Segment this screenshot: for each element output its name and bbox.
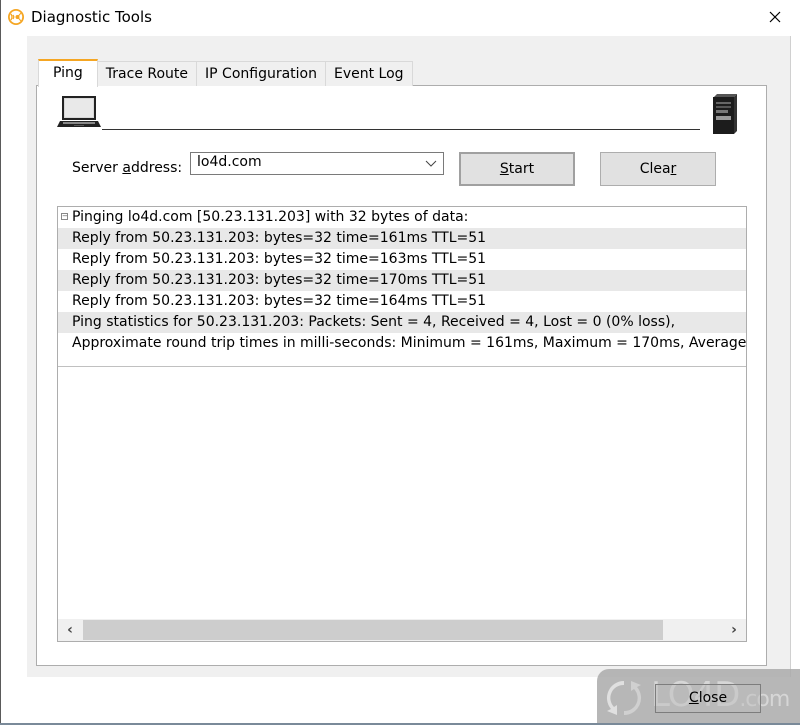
button-accelerator: r bbox=[670, 161, 677, 177]
server-address-value[interactable]: lo4d.com bbox=[197, 154, 262, 170]
scroll-left-icon[interactable]: ‹ bbox=[58, 619, 82, 641]
clear-button[interactable]: Clear bbox=[600, 152, 716, 186]
tab-ip-configuration[interactable]: IP Configuration bbox=[196, 61, 326, 86]
server-icon bbox=[713, 94, 737, 134]
window-title: Diagnostic Tools bbox=[31, 8, 152, 26]
output-header-line[interactable]: − Pinging lo4d.com [50.23.131.203] with … bbox=[58, 207, 746, 228]
title-bar[interactable]: Diagnostic Tools bbox=[1, 0, 800, 36]
button-accelerator: S bbox=[499, 161, 509, 177]
button-label: tart bbox=[508, 161, 535, 177]
output-line[interactable]: Reply from 50.23.131.203: bytes=32 time=… bbox=[58, 270, 746, 291]
scrollbar-thumb[interactable] bbox=[83, 620, 663, 640]
button-label: lose bbox=[698, 690, 728, 706]
scroll-right-icon[interactable]: › bbox=[722, 619, 746, 641]
tab-bar: Ping Trace Route IP Configuration Event … bbox=[38, 59, 413, 87]
laptop-icon bbox=[57, 96, 101, 127]
output-line[interactable]: Approximate round trip times in milli-se… bbox=[58, 333, 746, 354]
close-button[interactable]: Close bbox=[655, 684, 761, 713]
button-accelerator: C bbox=[688, 690, 699, 706]
label-text: Server bbox=[72, 160, 123, 176]
app-icon bbox=[8, 9, 24, 25]
tab-event-log[interactable]: Event Log bbox=[325, 61, 413, 86]
horizontal-scrollbar[interactable]: ‹ › bbox=[58, 619, 746, 641]
output-line[interactable]: Reply from 50.23.131.203: bytes=32 time=… bbox=[58, 249, 746, 270]
tab-ping[interactable]: Ping bbox=[38, 59, 98, 87]
start-button[interactable]: Start bbox=[459, 152, 575, 186]
output-line[interactable]: Reply from 50.23.131.203: bytes=32 time=… bbox=[58, 228, 746, 249]
chevron-down-icon[interactable] bbox=[425, 158, 437, 168]
server-address-combobox[interactable]: lo4d.com bbox=[190, 152, 444, 175]
output-line[interactable]: Reply from 50.23.131.203: bytes=32 time=… bbox=[58, 291, 746, 312]
window-edge-divider bbox=[790, 36, 791, 677]
output-line[interactable]: Ping statistics for 50.23.131.203: Packe… bbox=[58, 312, 746, 333]
button-label: Clea bbox=[639, 161, 671, 177]
output-lines: − Pinging lo4d.com [50.23.131.203] with … bbox=[58, 207, 746, 367]
window-border bbox=[0, 0, 1, 725]
label-accelerator: a bbox=[122, 160, 131, 176]
connection-line bbox=[102, 129, 700, 130]
output-text: Pinging lo4d.com [50.23.131.203] with 32… bbox=[72, 209, 469, 225]
tab-trace-route[interactable]: Trace Route bbox=[96, 61, 198, 86]
close-window-icon[interactable] bbox=[765, 6, 785, 28]
ping-output-list[interactable]: − Pinging lo4d.com [50.23.131.203] with … bbox=[57, 206, 747, 642]
server-address-label: Server address: bbox=[72, 160, 182, 176]
watermark-logo-icon bbox=[606, 680, 642, 716]
label-text: ddress: bbox=[130, 160, 183, 176]
collapse-icon[interactable]: − bbox=[61, 213, 68, 220]
